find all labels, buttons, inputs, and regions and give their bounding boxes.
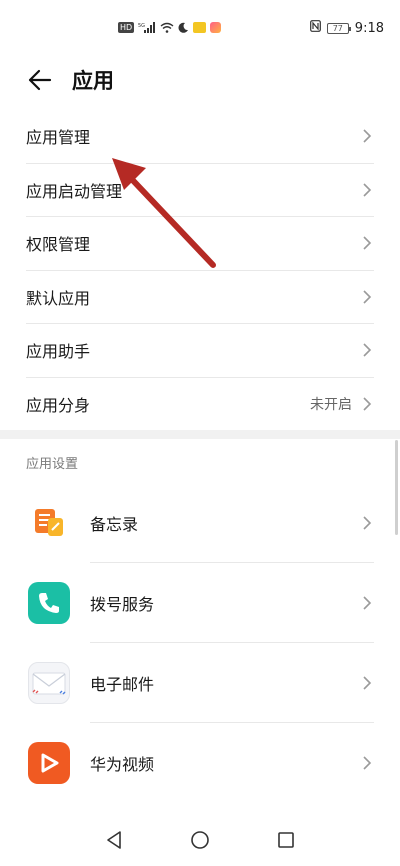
chevron-right-icon [363,397,372,411]
app-item-label: 电子邮件 [90,675,155,694]
menu-item-app-launch[interactable]: 应用启动管理 [26,164,374,217]
network-label: 5G [138,23,145,29]
menu-item-label: 应用启动管理 [26,181,123,201]
menu-item-label: 权限管理 [26,235,91,255]
menu-item-label: 应用助手 [26,342,91,362]
menu-item-label: 应用管理 [26,128,91,148]
nav-recents-button[interactable] [274,828,298,852]
phone-icon [28,582,70,624]
app-item-label: 华为视频 [90,755,155,774]
battery-icon: 77 [326,22,351,34]
chevron-right-icon [363,290,372,304]
section-header-app-settings: 应用设置 [26,457,79,472]
settings-menu: 应用管理 应用启动管理 权限管理 默认应用 应用助手 应用分身 未开启 [0,110,400,431]
back-button[interactable] [26,66,54,94]
app-item-email[interactable]: 电子邮件 [0,643,400,723]
nav-back-button[interactable] [102,828,126,852]
moon-icon [178,22,189,33]
menu-item-app-management[interactable]: 应用管理 [26,110,374,164]
section-divider [0,430,400,439]
app-twin-status: 未开启 [310,397,352,414]
signal-icon: 5G [138,22,156,33]
nav-home-button[interactable] [188,828,212,852]
app-notification-icon-2 [210,22,222,33]
chevron-right-icon [363,343,372,357]
envelope-icon [28,662,70,704]
wifi-icon [160,22,174,33]
hd-icon: HD [118,22,135,33]
menu-item-app-twin[interactable]: 应用分身 未开启 [26,378,374,432]
chevron-right-icon [363,129,372,143]
app-item-label: 拨号服务 [90,595,155,614]
arrow-left-icon [28,69,52,91]
status-bar: HD 5G 77 9:18 [0,0,400,56]
chevron-right-icon [363,756,372,770]
app-item-label: 备忘录 [90,515,139,534]
menu-item-label: 应用分身 [26,396,91,416]
nfc-icon [309,20,321,36]
notepad-icon [28,502,70,544]
app-item-huawei-video[interactable]: 华为视频 [0,723,400,803]
menu-item-label: 默认应用 [26,288,91,308]
triangle-back-icon [107,831,121,849]
chevron-right-icon [363,516,372,530]
scrollbar[interactable] [395,440,398,535]
play-icon [28,742,70,784]
status-right: 77 9:18 [309,20,384,36]
chevron-right-icon [363,183,372,197]
status-icons: HD 5G [118,22,222,33]
app-item-dialer[interactable]: 拨号服务 [0,563,400,643]
navigation-bar [0,816,400,866]
app-bar: 应用 [0,56,400,106]
menu-item-app-assistant[interactable]: 应用助手 [26,324,374,378]
circle-home-icon [191,831,209,849]
chevron-right-icon [363,676,372,690]
app-settings-list: 备忘录 拨号服务 电子邮件 华为视频 [0,483,400,803]
chevron-right-icon [363,236,372,250]
menu-item-default-apps[interactable]: 默认应用 [26,271,374,324]
chevron-right-icon [363,596,372,610]
app-notification-icon [193,22,207,33]
app-item-memo[interactable]: 备忘录 [0,483,400,563]
page-title: 应用 [72,69,114,93]
clock: 9:18 [354,20,384,36]
square-recents-icon [278,832,294,848]
menu-item-permissions[interactable]: 权限管理 [26,217,374,271]
